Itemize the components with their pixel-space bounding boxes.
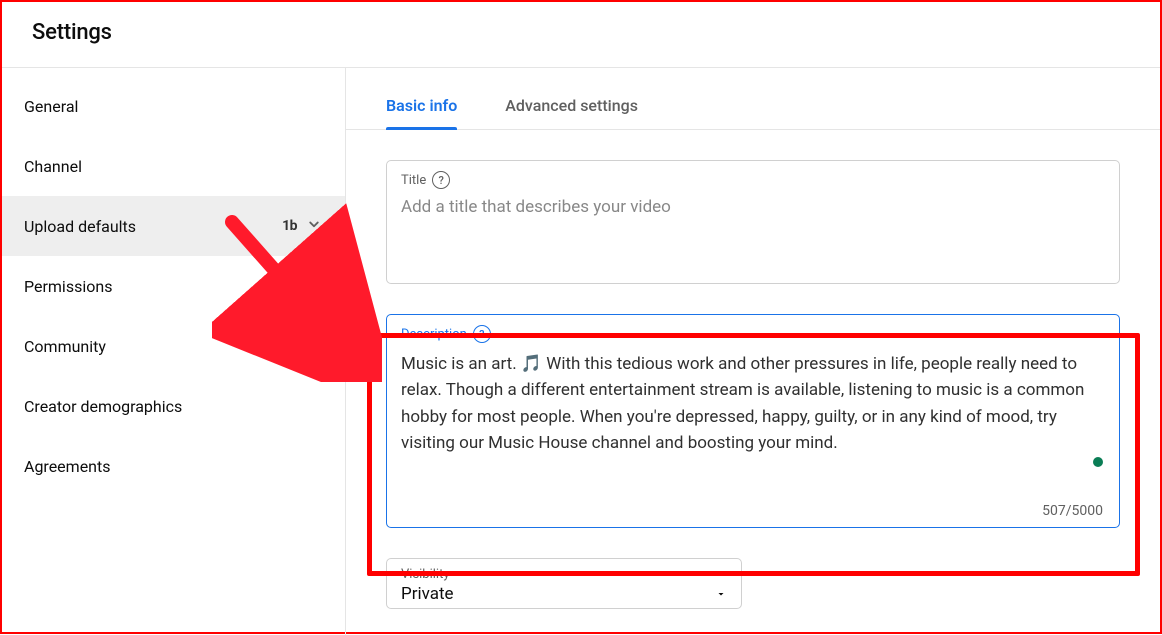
sidebar-item-general[interactable]: General xyxy=(2,76,345,136)
visibility-dropdown[interactable]: Visibility Private xyxy=(386,558,742,609)
sidebar-item-label: Agreements xyxy=(24,457,111,476)
visibility-label: Visibility xyxy=(401,567,454,582)
tab-content: Title ? Description ? Music is an art. 🎵… xyxy=(346,130,1160,635)
sidebar-item-creator-demographics[interactable]: Creator demographics xyxy=(2,376,345,436)
tab-advanced-settings[interactable]: Advanced settings xyxy=(505,96,638,129)
sidebar-item-channel[interactable]: Channel xyxy=(2,136,345,196)
tubebuddy-badge: 1b xyxy=(282,218,297,234)
description-textarea[interactable]: Music is an art. 🎵 With this tedious wor… xyxy=(401,347,1099,456)
settings-main: Basic info Advanced settings Title ? Des… xyxy=(346,68,1160,635)
tab-label: Advanced settings xyxy=(505,96,638,115)
description-field-box[interactable]: Description ? Music is an art. 🎵 With th… xyxy=(386,314,1120,528)
grammarly-status-icon xyxy=(1093,457,1103,467)
settings-header: Settings xyxy=(2,2,1160,68)
sidebar-item-permissions[interactable]: Permissions xyxy=(2,256,345,316)
title-field-label-row: Title ? xyxy=(401,171,1105,189)
sidebar-item-label: Upload defaults xyxy=(24,217,136,236)
settings-sidebar: General Channel Upload defaults 1b Permi… xyxy=(2,68,346,635)
help-icon[interactable]: ? xyxy=(432,171,450,189)
title-field-box[interactable]: Title ? xyxy=(386,160,1120,284)
main-layout: General Channel Upload defaults 1b Permi… xyxy=(2,68,1160,635)
title-label: Title xyxy=(401,173,426,188)
description-scroll[interactable]: Music is an art. 🎵 With this tedious wor… xyxy=(401,347,1105,493)
sidebar-item-label: Permissions xyxy=(24,277,112,296)
description-field-label-row: Description ? xyxy=(401,325,1105,343)
tab-label: Basic info xyxy=(386,96,457,115)
sidebar-item-label: General xyxy=(24,97,78,116)
page-title: Settings xyxy=(32,20,1130,45)
chevron-down-icon xyxy=(305,215,323,237)
sidebar-item-community[interactable]: Community xyxy=(2,316,345,376)
description-label: Description xyxy=(401,327,467,342)
help-icon[interactable]: ? xyxy=(473,325,491,343)
sidebar-item-upload-defaults[interactable]: Upload defaults 1b xyxy=(2,196,345,256)
dropdown-caret-icon xyxy=(715,585,727,604)
sidebar-item-label: Creator demographics xyxy=(24,397,182,416)
title-input[interactable] xyxy=(401,193,1105,265)
sidebar-item-label: Channel xyxy=(24,157,82,176)
settings-tabs: Basic info Advanced settings xyxy=(346,68,1160,130)
sidebar-item-label: Community xyxy=(24,337,106,356)
visibility-value: Private xyxy=(401,584,454,602)
sidebar-item-agreements[interactable]: Agreements xyxy=(2,436,345,496)
tab-basic-info[interactable]: Basic info xyxy=(386,96,457,129)
description-char-counter: 507/5000 xyxy=(1042,503,1103,519)
